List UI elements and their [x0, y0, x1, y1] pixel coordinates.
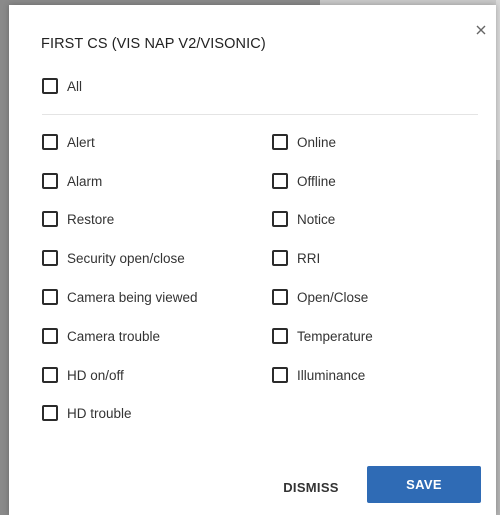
checkbox-box[interactable] — [272, 367, 288, 383]
checkbox-box[interactable] — [42, 289, 58, 305]
checkbox-label: Notice — [297, 211, 336, 227]
checkbox-alert[interactable]: Alert — [42, 132, 95, 152]
checkbox-box[interactable] — [272, 173, 288, 189]
checkbox-label: Open/Close — [297, 289, 369, 305]
divider — [42, 114, 478, 115]
backdrop-left — [0, 0, 9, 515]
checkbox-box[interactable] — [42, 211, 58, 227]
checkbox-box[interactable] — [272, 250, 288, 266]
checkbox-label: HD trouble — [67, 405, 132, 421]
checkbox-box[interactable] — [272, 289, 288, 305]
checkbox-box[interactable] — [42, 173, 58, 189]
backdrop-right-light — [496, 0, 500, 160]
checkbox-rri[interactable]: RRI — [272, 248, 320, 268]
checkbox-temperature[interactable]: Temperature — [272, 326, 373, 346]
checkbox-label: Restore — [67, 211, 115, 227]
checkbox-illuminance[interactable]: Illuminance — [272, 365, 365, 385]
checkbox-box[interactable] — [272, 211, 288, 227]
checkbox-label: Online — [297, 134, 337, 150]
checkbox-box[interactable] — [272, 328, 288, 344]
checkbox-online[interactable]: Online — [272, 132, 336, 152]
checkbox-hd-on-off[interactable]: HD on/off — [42, 365, 124, 385]
close-button[interactable] — [473, 22, 489, 38]
checkbox-label: RRI — [297, 250, 321, 266]
checkbox-label: Illuminance — [297, 367, 366, 383]
checkbox-notice[interactable]: Notice — [272, 209, 335, 229]
checkbox-hd-trouble[interactable]: HD trouble — [42, 403, 132, 423]
save-button[interactable]: SAVE — [367, 466, 481, 503]
checkbox-box[interactable] — [42, 250, 58, 266]
checkbox-label: HD on/off — [67, 367, 124, 383]
checkbox-restore[interactable]: Restore — [42, 209, 114, 229]
checkbox-alarm[interactable]: Alarm — [42, 171, 102, 191]
checkbox-all[interactable]: All — [42, 76, 82, 96]
checkbox-box[interactable] — [272, 134, 288, 150]
close-icon — [476, 25, 486, 35]
checkbox-label: Camera trouble — [67, 328, 161, 344]
checkbox-label: Security open/close — [67, 250, 185, 266]
dialog-title: FIRST CS (VIS NAP V2/VISONIC) — [41, 36, 266, 52]
checkbox-label: Alarm — [67, 173, 103, 189]
checkbox-box[interactable] — [42, 405, 58, 421]
checkbox-label: Temperature — [297, 328, 373, 344]
checkbox-box[interactable] — [42, 328, 58, 344]
checkbox-offline[interactable]: Offline — [272, 171, 336, 191]
checkbox-label: Alert — [67, 134, 95, 150]
event-filter-dialog: FIRST CS (VIS NAP V2/VISONIC) All Alert … — [9, 5, 496, 515]
checkbox-label: Offline — [297, 173, 336, 189]
checkbox-open-close[interactable]: Open/Close — [272, 287, 368, 307]
checkbox-box[interactable] — [42, 78, 58, 94]
checkbox-security-open-close[interactable]: Security open/close — [42, 248, 185, 268]
checkbox-label: Camera being viewed — [67, 289, 198, 305]
checkbox-camera-trouble[interactable]: Camera trouble — [42, 326, 160, 346]
checkbox-label: All — [67, 78, 83, 94]
checkbox-camera-being-viewed[interactable]: Camera being viewed — [42, 287, 198, 307]
checkbox-box[interactable] — [42, 367, 58, 383]
checkbox-box[interactable] — [42, 134, 58, 150]
dismiss-button[interactable]: DISMISS — [271, 473, 351, 501]
